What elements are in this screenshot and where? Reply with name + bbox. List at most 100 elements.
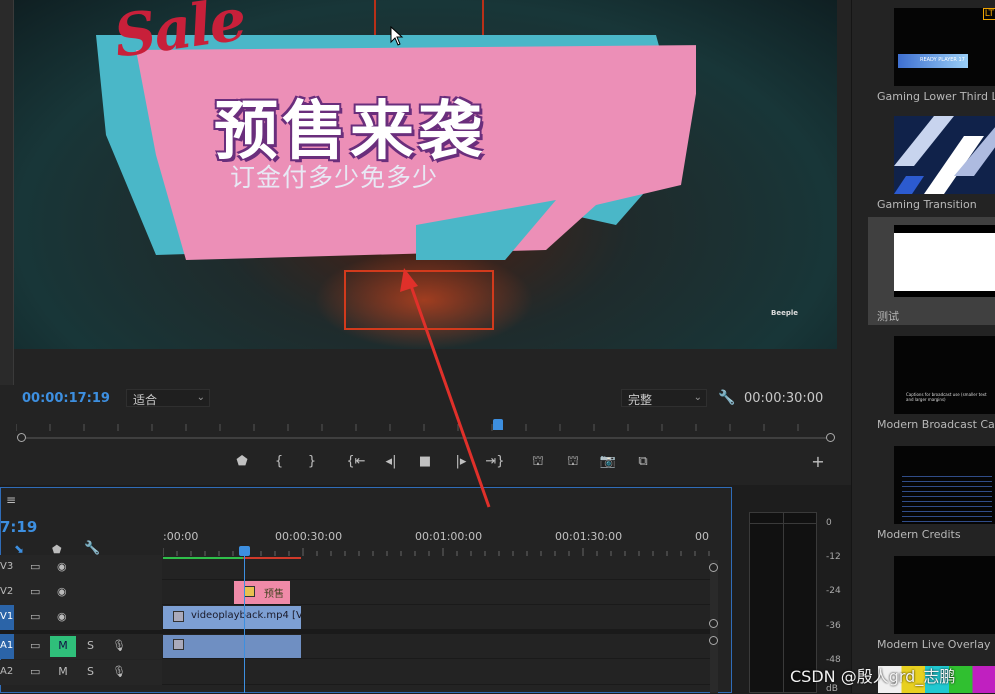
scroll-handle-mid[interactable] xyxy=(709,619,718,628)
template-item[interactable]: Modern Live Overlay xyxy=(868,556,995,656)
mute-button[interactable]: M xyxy=(50,662,76,683)
monitor-scrub-bar[interactable] xyxy=(18,437,830,439)
template-label: 测试 xyxy=(877,310,899,323)
ruler-label: 00:01:30:00 xyxy=(555,530,623,543)
template-label: Gaming Lower Third Left xyxy=(877,90,995,103)
compare-icon[interactable]: ⧉ xyxy=(633,454,653,469)
track-name[interactable]: V2 xyxy=(0,580,14,605)
eye-icon[interactable]: ◉ xyxy=(57,560,67,573)
go-to-in-icon[interactable]: {⇤ xyxy=(346,454,366,469)
scroll-handle-bottom[interactable] xyxy=(709,636,718,645)
track-name[interactable]: V3 xyxy=(0,555,14,580)
track-header: V3 ▭ ◉ xyxy=(0,555,162,580)
fx-icon xyxy=(244,586,255,597)
thumb-credits-lines xyxy=(902,476,992,522)
duration-timecode: 00:00:30:00 xyxy=(744,391,824,406)
monitor-time-ruler[interactable] xyxy=(16,420,832,432)
microphone-icon[interactable]: 🎙 xyxy=(112,639,126,652)
chevron-down-icon: ⌄ xyxy=(693,392,702,403)
track-a2: A2 ▭ M S 🎙 xyxy=(0,660,710,685)
clip-label: 预售 xyxy=(264,589,284,600)
playhead-line xyxy=(244,556,245,693)
mouse-cursor-icon xyxy=(390,26,404,46)
template-item-selected[interactable]: 测试 xyxy=(868,217,995,325)
scrub-start-handle[interactable] xyxy=(17,433,26,442)
video-preview[interactable]: Sale 预售来袭 订金付多少免多少 Beeple xyxy=(14,0,837,349)
film-icon[interactable]: ▭ xyxy=(30,560,40,573)
ruler-label: 00:00:30:00 xyxy=(275,530,343,543)
track-header: V1 ▭ ◉ xyxy=(0,605,162,630)
track-v2: V2 ▭ ◉ 预售 xyxy=(0,580,710,605)
go-to-out-icon[interactable]: ⇥} xyxy=(485,454,505,469)
template-thumbnail: Captions for broadcast use (smaller text… xyxy=(894,336,995,414)
track-header: A1 ▭ M S 🎙 xyxy=(0,634,162,659)
microphone-icon[interactable]: 🎙 xyxy=(112,665,126,678)
meter-divider xyxy=(783,513,784,692)
mark-out-icon[interactable]: } xyxy=(302,454,322,469)
track-name[interactable]: A2 xyxy=(0,660,14,685)
template-label: Modern Live Overlay xyxy=(877,638,991,651)
track-name[interactable]: V1 xyxy=(0,605,14,630)
quality-dropdown[interactable]: 完整 ⌄ xyxy=(621,389,707,407)
banner-subline: 订金付多少免多少 xyxy=(230,163,439,192)
current-timecode[interactable]: 00:00:17:19 xyxy=(22,391,110,406)
wrench-icon[interactable]: 🔧 xyxy=(718,390,735,406)
clip-label: videoplayback.mp4 [V] xyxy=(191,610,301,621)
template-thumbnail xyxy=(894,116,995,194)
thumb-caption-text: Captions for broadcast use (smaller text… xyxy=(906,392,987,402)
fit-dropdown[interactable]: 适合 ⌄ xyxy=(126,389,210,407)
camera-icon[interactable]: 📷 xyxy=(598,454,618,469)
film-icon[interactable]: ▭ xyxy=(30,585,40,598)
mute-button[interactable]: M xyxy=(50,636,76,657)
step-back-icon[interactable]: ◂| xyxy=(381,454,401,469)
template-item[interactable]: READY PLAYER 17 LT Gaming Lower Third Le… xyxy=(868,8,995,108)
graphic-clip[interactable]: 预售 xyxy=(234,581,290,604)
eye-icon[interactable]: ◉ xyxy=(57,585,67,598)
solo-button[interactable]: S xyxy=(87,639,94,652)
template-label: Gaming Transition xyxy=(877,198,977,211)
marker-icon[interactable]: ⬟ xyxy=(232,454,252,469)
neon-frame xyxy=(344,270,494,330)
panel-menu-icon[interactable]: ≡ xyxy=(6,493,16,507)
eye-icon[interactable]: ◉ xyxy=(57,610,67,623)
track-a1: A1 ▭ M S 🎙 xyxy=(0,634,710,659)
scrub-end-handle[interactable] xyxy=(826,433,835,442)
template-thumbnail xyxy=(894,446,995,524)
ruler-label: 00:01:00:00 xyxy=(415,530,483,543)
film-icon[interactable]: ▭ xyxy=(30,665,40,678)
db-label: 0 xyxy=(826,518,832,528)
film-icon[interactable]: ▭ xyxy=(30,639,40,652)
db-label: -12 xyxy=(826,552,841,562)
film-icon[interactable]: ▭ xyxy=(30,610,40,623)
snap-icon[interactable]: ⬊ xyxy=(14,542,24,556)
ruler-label: 00 xyxy=(695,530,709,543)
ruler-label: :00:00 xyxy=(163,530,199,543)
fit-dropdown-value: 适合 xyxy=(133,393,158,407)
step-forward-icon[interactable]: |▸ xyxy=(451,454,471,469)
track-v3: V3 ▭ ◉ xyxy=(0,555,710,580)
add-button-icon[interactable]: + xyxy=(808,452,828,471)
track-name[interactable]: A1 xyxy=(0,634,14,659)
clip-thumbnail-icon xyxy=(173,611,184,622)
stop-icon[interactable]: ■ xyxy=(415,454,435,469)
timeline-playhead[interactable] xyxy=(239,546,250,556)
audio-clip[interactable] xyxy=(163,635,301,658)
watermark: CSDN @殷人grd_志鹏 xyxy=(790,667,956,686)
template-item[interactable]: Gaming Transition xyxy=(868,116,995,216)
extract-icon[interactable]: ⛫ xyxy=(563,454,583,471)
db-label: -24 xyxy=(826,586,841,596)
quality-dropdown-value: 完整 xyxy=(628,393,653,407)
template-item[interactable]: Modern Credits xyxy=(868,446,995,546)
track-v1: V1 ▭ ◉ videoplayback.mp4 [V] xyxy=(0,605,710,630)
timeline-timecode[interactable]: 7:19 xyxy=(0,518,37,536)
thumb-stripes xyxy=(894,116,995,194)
template-item[interactable]: Captions for broadcast use (smaller text… xyxy=(868,336,995,436)
monitor-playhead[interactable] xyxy=(493,419,503,430)
video-clip[interactable]: videoplayback.mp4 [V] xyxy=(163,606,301,629)
mark-in-icon[interactable]: { xyxy=(269,454,289,469)
solo-button[interactable]: S xyxy=(87,665,94,678)
scroll-handle-top[interactable] xyxy=(709,563,718,572)
lift-icon[interactable]: ⛫ xyxy=(528,454,548,471)
wrench-icon[interactable]: 🔧 xyxy=(84,541,100,556)
template-browser: READY PLAYER 17 LT Gaming Lower Third Le… xyxy=(851,0,995,693)
